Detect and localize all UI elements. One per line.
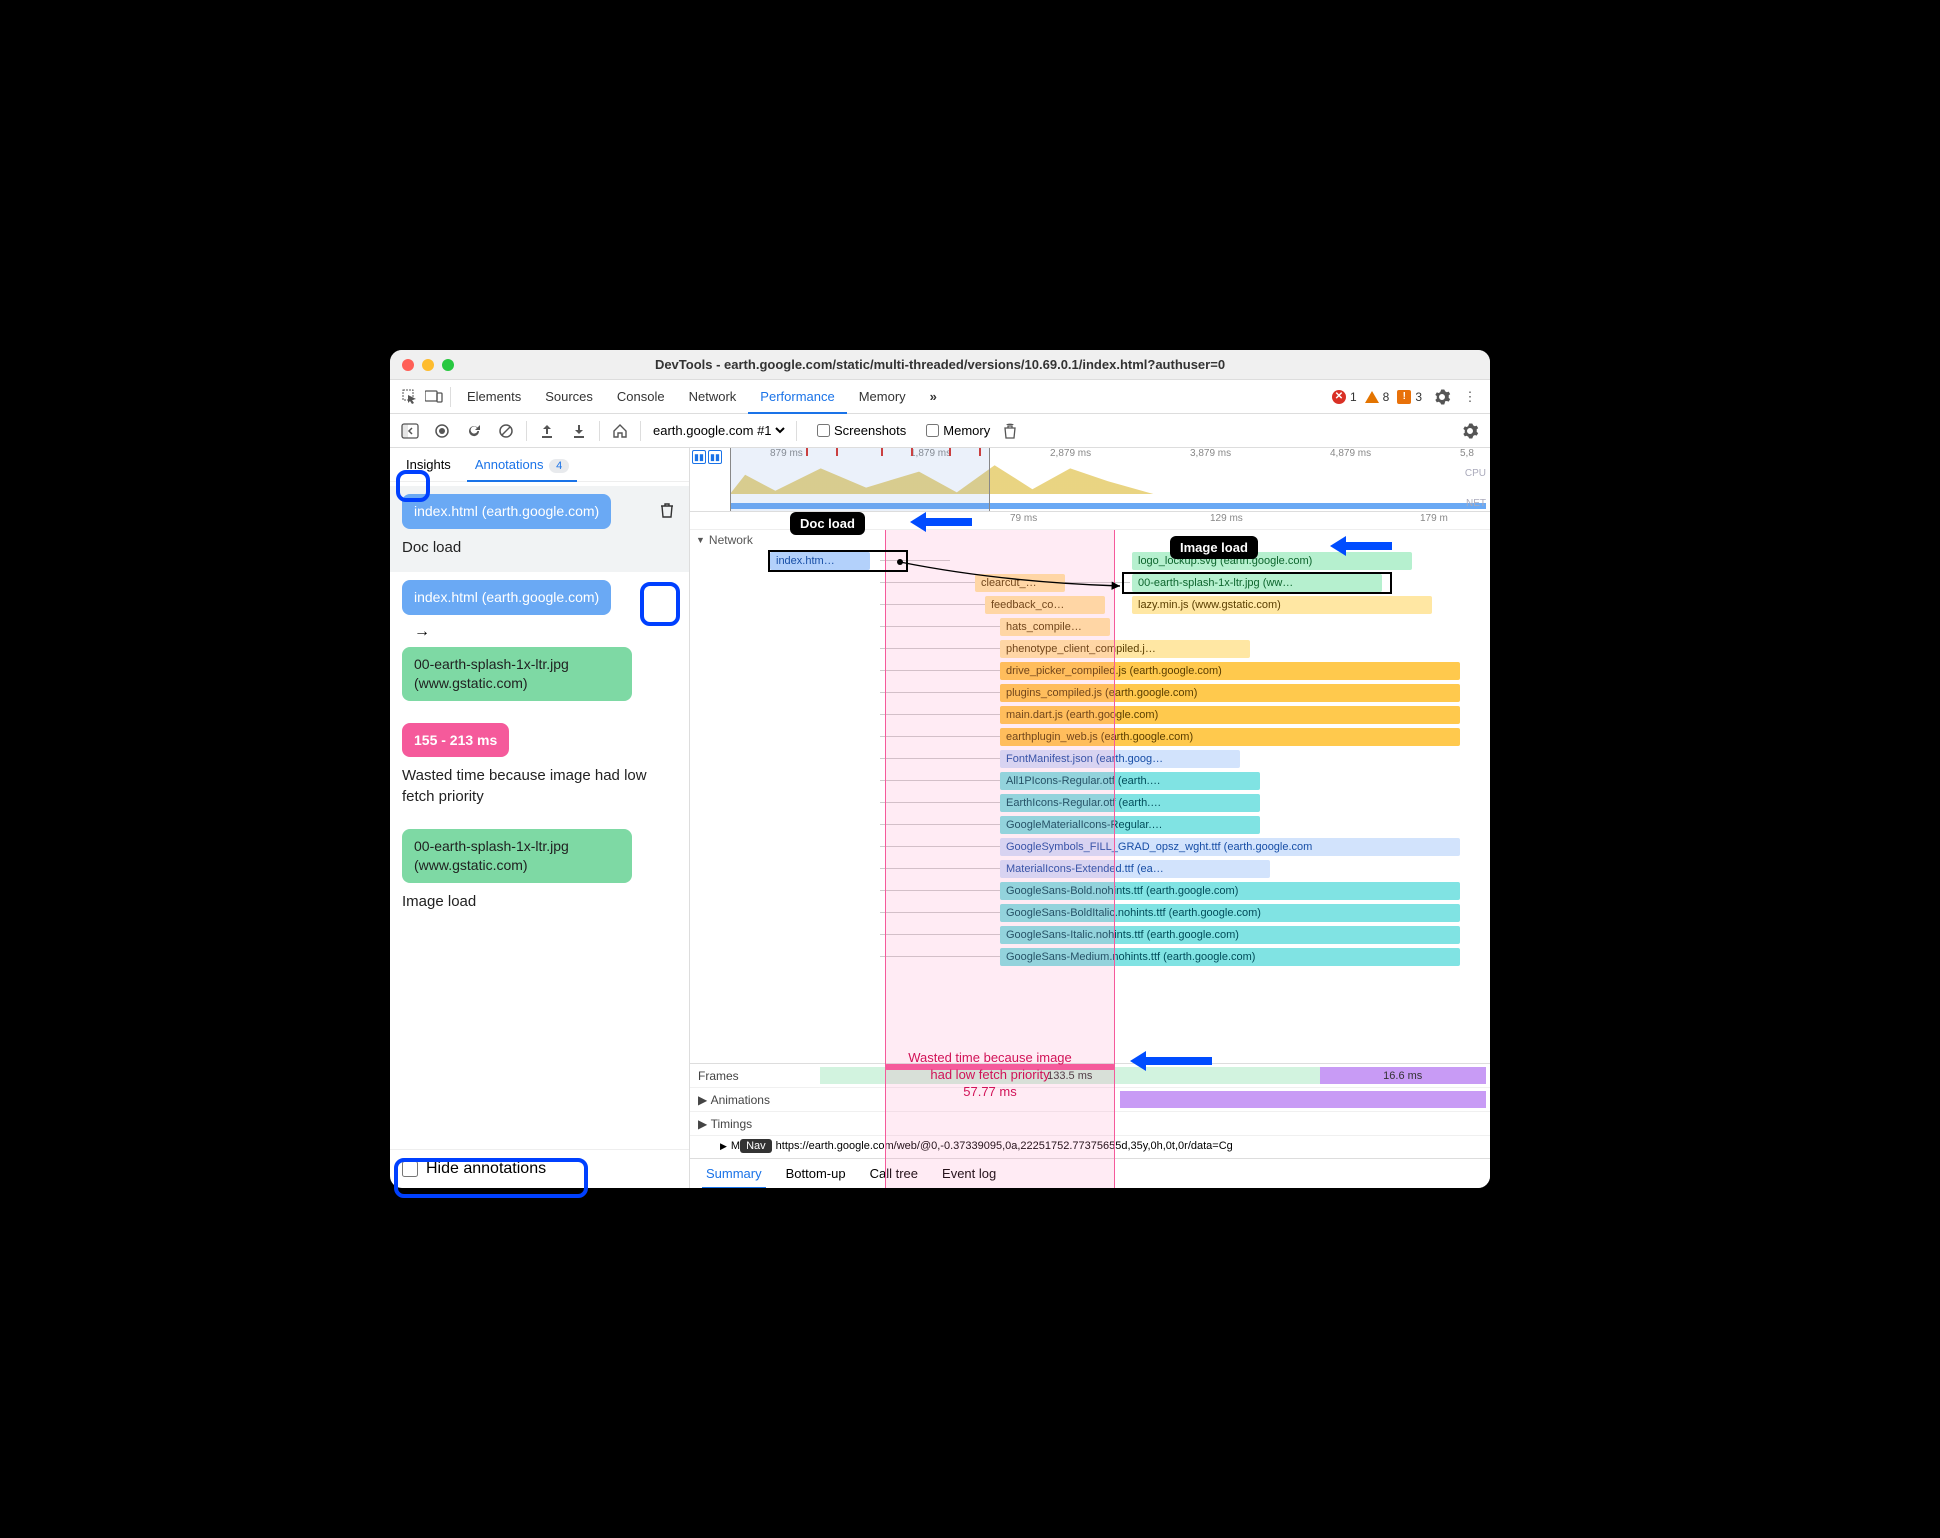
network-bar[interactable]: GoogleMaterialIcons-Regular.…	[1000, 816, 1260, 834]
hide-annotations-row: Hide annotations	[390, 1149, 689, 1188]
overview-strip[interactable]: ▮▮ ▮▮ 879 ms 1,879 ms 2,879 ms 3,879 ms …	[690, 448, 1490, 512]
callout-doc-load: Doc load	[790, 512, 865, 535]
toggle-sidebar-icon[interactable]	[398, 419, 422, 443]
network-bar[interactable]: EarthIcons-Regular.otf (earth.…	[1000, 794, 1260, 812]
hide-annotations-checkbox[interactable]	[402, 1161, 418, 1177]
network-bar[interactable]: GoogleSans-Italic.nohints.ttf (earth.goo…	[1000, 926, 1460, 944]
network-bar[interactable]: GoogleSans-BoldItalic.nohints.ttf (earth…	[1000, 904, 1460, 922]
tab-call-tree[interactable]: Call tree	[866, 1159, 922, 1189]
animations-track[interactable]: ▶ Animations	[690, 1088, 1490, 1112]
tab-event-log[interactable]: Event log	[938, 1159, 1000, 1189]
entry-chip: 00-earth-splash-1x-ltr.jpg (www.gstatic.…	[402, 647, 632, 701]
tab-annotations[interactable]: Annotations 4	[467, 448, 577, 482]
entry-chip: index.html (earth.google.com)	[402, 494, 611, 529]
timings-track[interactable]: ▶ Timings	[690, 1112, 1490, 1136]
close-icon[interactable]	[402, 359, 414, 371]
network-bar[interactable]: GoogleSans-Bold.nohints.ttf (earth.googl…	[1000, 882, 1460, 900]
navigation-row[interactable]: ▶ MNavhttps://earth.google.com/web/@0,-0…	[720, 1136, 1486, 1156]
main-tabs: Elements Sources Console Network Perform…	[390, 380, 1490, 414]
tab-summary[interactable]: Summary	[702, 1159, 766, 1189]
network-bar[interactable]: feedback_co…	[985, 596, 1105, 614]
arrow-icon	[1330, 532, 1400, 567]
devtools-window: DevTools - earth.google.com/static/multi…	[390, 350, 1490, 1188]
network-bar[interactable]: All1PIcons-Regular.otf (earth.…	[1000, 772, 1260, 790]
link-arrow-icon: →	[414, 623, 677, 641]
entry-chip: index.html (earth.google.com)	[402, 580, 611, 615]
arrow-icon	[910, 512, 980, 543]
annotation-item[interactable]: index.html (earth.google.com) Doc load	[390, 486, 689, 572]
callout-image-load: Image load	[1170, 536, 1258, 559]
annotation-item[interactable]: index.html (earth.google.com) → 00-earth…	[390, 572, 689, 715]
recording-select[interactable]: earth.google.com #1	[649, 422, 788, 439]
annotation-item[interactable]: 00-earth-splash-1x-ltr.jpg (www.gstatic.…	[390, 821, 689, 926]
clear-icon[interactable]	[494, 419, 518, 443]
tab-bottom-up[interactable]: Bottom-up	[782, 1159, 850, 1189]
minimize-icon[interactable]	[422, 359, 434, 371]
capture-settings-icon[interactable]	[1458, 419, 1482, 443]
network-bar[interactable]: MaterialIcons-Extended.ttf (ea…	[1000, 860, 1270, 878]
wasted-time-label: Wasted time because image had low fetch …	[890, 1050, 1090, 1101]
delete-annotation-icon[interactable]	[657, 500, 677, 525]
record-icon[interactable]	[430, 419, 454, 443]
network-bar[interactable]: drive_picker_compiled.js (earth.google.c…	[1000, 662, 1460, 680]
warnings-badge[interactable]: 8	[1365, 390, 1390, 404]
tab-insights[interactable]: Insights	[398, 448, 459, 482]
issues-badge[interactable]: !3	[1397, 390, 1422, 404]
annotation-desc: Image load	[402, 891, 677, 912]
range-chip: 155 - 213 ms	[402, 723, 509, 758]
hide-annotations-label: Hide annotations	[426, 1160, 546, 1178]
device-icon[interactable]	[422, 390, 446, 404]
network-bar[interactable]: plugins_compiled.js (earth.google.com)	[1000, 684, 1460, 702]
inspect-icon[interactable]	[398, 389, 422, 405]
download-icon[interactable]	[567, 419, 591, 443]
gear-icon[interactable]	[1430, 388, 1454, 406]
network-bar[interactable]: hats_compile…	[1000, 618, 1110, 636]
network-bar[interactable]: phenotype_client_compiled.j…	[1000, 640, 1250, 658]
tab-network[interactable]: Network	[677, 380, 749, 414]
timeline-panel: ▮▮ ▮▮ 879 ms 1,879 ms 2,879 ms 3,879 ms …	[690, 448, 1490, 1188]
tabs-overflow[interactable]: »	[918, 380, 949, 414]
perf-toolbar: earth.google.com #1 Screenshots Memory	[390, 414, 1490, 448]
tab-console[interactable]: Console	[605, 380, 677, 414]
network-bar[interactable]: clearcut_…	[975, 574, 1065, 592]
tab-sources[interactable]: Sources	[533, 380, 605, 414]
window-titlebar: DevTools - earth.google.com/static/multi…	[390, 350, 1490, 380]
traffic-lights	[402, 359, 454, 371]
upload-icon[interactable]	[535, 419, 559, 443]
network-bar[interactable]: main.dart.js (earth.google.com)	[1000, 706, 1460, 724]
annotation-desc: Doc load	[402, 537, 677, 558]
network-bar[interactable]: FontManifest.json (earth.goog…	[1000, 750, 1240, 768]
annotation-desc: Wasted time because image had low fetch …	[402, 765, 677, 807]
arrow-icon	[1130, 1047, 1220, 1082]
network-bar[interactable]: lazy.min.js (www.gstatic.com)	[1132, 596, 1432, 614]
zoom-icon[interactable]	[442, 359, 454, 371]
selected-entry-outline	[768, 550, 908, 572]
annotation-item[interactable]: 155 - 213 ms Wasted time because image h…	[390, 715, 689, 822]
window-title: DevTools - earth.google.com/static/multi…	[390, 357, 1490, 372]
screenshots-checkbox[interactable]: Screenshots	[817, 423, 906, 438]
details-tabs: Summary Bottom-up Call tree Event log	[690, 1158, 1490, 1188]
flame-chart[interactable]: 79 ms 129 ms 179 m ▼Network Doc load Ima…	[690, 512, 1490, 1188]
tab-performance[interactable]: Performance	[748, 380, 846, 414]
home-icon[interactable]	[608, 419, 632, 443]
memory-checkbox[interactable]: Memory	[926, 423, 990, 438]
annotations-count: 4	[549, 459, 569, 473]
tab-elements[interactable]: Elements	[455, 380, 533, 414]
kebab-icon[interactable]: ⋮	[1458, 389, 1482, 405]
tab-memory[interactable]: Memory	[847, 380, 918, 414]
annotations-sidebar: Insights Annotations 4 index.html (earth…	[390, 448, 690, 1188]
sidebar-tabs: Insights Annotations 4	[390, 448, 689, 482]
entry-chip: 00-earth-splash-1x-ltr.jpg (www.gstatic.…	[402, 829, 632, 883]
overview-viewport[interactable]	[730, 448, 990, 511]
gc-icon[interactable]	[998, 419, 1022, 443]
network-bar[interactable]: GoogleSans-Medium.nohints.ttf (earth.goo…	[1000, 948, 1460, 966]
errors-badge[interactable]: ✕1	[1332, 390, 1357, 404]
network-bar[interactable]: GoogleSymbols_FILL_GRAD_opsz_wght.ttf (e…	[1000, 838, 1460, 856]
network-bar[interactable]: earthplugin_web.js (earth.google.com)	[1000, 728, 1460, 746]
selected-entry-outline	[1122, 572, 1392, 594]
reload-icon[interactable]	[462, 419, 486, 443]
